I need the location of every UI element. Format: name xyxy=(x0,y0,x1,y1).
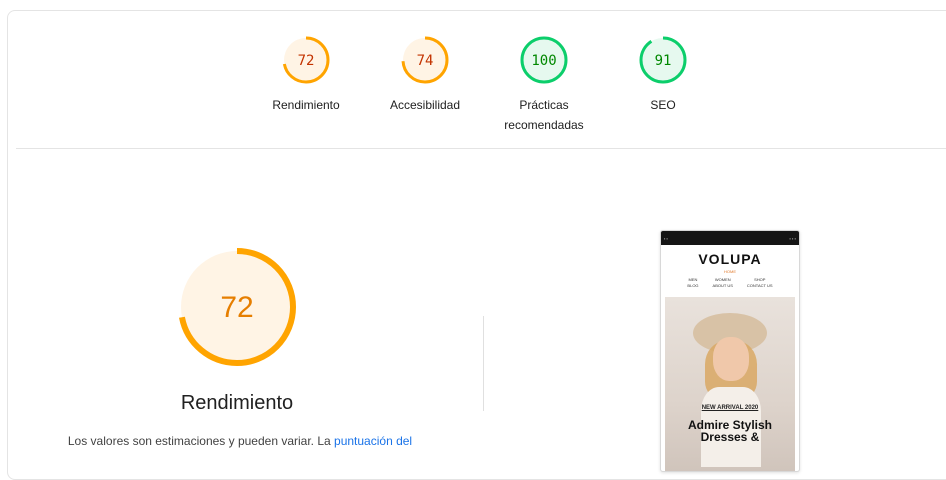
gauge-score: 91 xyxy=(655,53,672,69)
gauge-score: 74 xyxy=(417,53,434,69)
performance-title: Rendimiento xyxy=(180,392,294,414)
preview-nav-col2: WOMEN ABOUT US xyxy=(713,277,733,289)
performance-score-large: 72 xyxy=(220,291,253,324)
preview-home-link: HOME xyxy=(724,269,736,274)
preview-brand: VOLUPA xyxy=(698,251,762,267)
vertical-separator xyxy=(483,316,484,411)
gauge-label: SEO xyxy=(650,98,676,112)
preview-new-arrival: NEW ARRIVAL 2020 xyxy=(701,405,759,411)
preview-headline: Admire Stylish Dresses & xyxy=(687,418,773,444)
gauge-best-practices[interactable]: 100 Prácticas recomendadas xyxy=(489,35,599,135)
gauge-seo[interactable]: 91 SEO xyxy=(608,35,718,115)
score-summary: 72 Rendimiento 74 Accesibilidad 100 Práctic… xyxy=(8,11,946,161)
page-screenshot-preview[interactable]: ▪ ▪ ▪ ▪ ▪ VOLUPA HOME MEN BLOG WOMEN ABO… xyxy=(660,230,800,472)
gauge-svg: 74 xyxy=(401,36,449,84)
gauge-score: 100 xyxy=(531,53,556,69)
summary-divider xyxy=(16,148,946,149)
performance-description: Los valores son estimaciones y pueden va… xyxy=(60,432,420,450)
preview-nav-col1: MEN BLOG xyxy=(687,277,698,289)
preview-hero-image: NEW ARRIVAL 2020 Admire Stylish Dresses … xyxy=(665,297,795,471)
preview-nav: MEN BLOG WOMEN ABOUT US SHOP CONTACT US xyxy=(661,277,799,289)
preview-topbar-left: ▪ ▪ xyxy=(664,235,668,241)
preview-topbar-right: ▪ ▪ ▪ xyxy=(789,235,796,241)
preview-nav-item: BLOG xyxy=(687,283,699,288)
gauge-label: Rendimiento xyxy=(272,98,340,112)
performance-gauge-svg: 72 xyxy=(178,248,296,366)
preview-topbar: ▪ ▪ ▪ ▪ ▪ xyxy=(661,231,799,245)
gauge-label: Accesibilidad xyxy=(389,98,461,112)
preview-nav-col3: SHOP CONTACT US xyxy=(747,277,773,289)
gauge-label: Prácticas recomendadas xyxy=(504,98,584,132)
preview-face-shape xyxy=(713,337,749,381)
preview-nav-item: ABOUT US xyxy=(712,283,733,288)
gauge-score: 72 xyxy=(298,53,315,69)
score-calculation-link[interactable]: puntuación del xyxy=(334,434,412,448)
gauge-svg: 72 xyxy=(282,36,330,84)
preview-nav-item: CONTACT US xyxy=(746,283,773,288)
gauge-accessibility[interactable]: 74 Accesibilidad xyxy=(370,35,480,115)
gauge-performance[interactable]: 72 Rendimiento xyxy=(251,35,361,115)
gauge-svg: 91 xyxy=(639,36,687,84)
description-text: Los valores son estimaciones y pueden va… xyxy=(67,434,335,448)
gauge-svg: 100 xyxy=(520,36,568,84)
performance-gauge-large: 72 xyxy=(177,247,297,367)
